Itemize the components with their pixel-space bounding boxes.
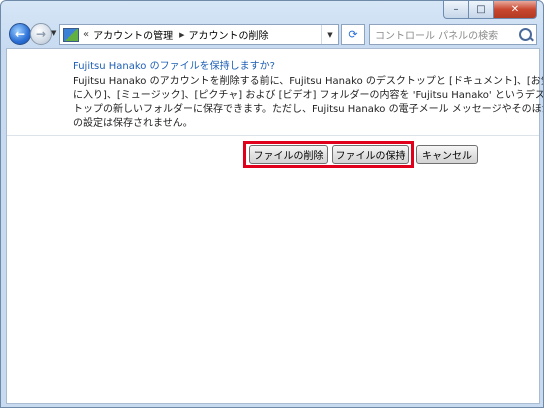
breadcrumb-delete-account[interactable]: アカウントの削除 — [189, 27, 269, 42]
search-placeholder: コントロール パネルの検索 — [375, 31, 499, 42]
window: – □ ✕ ← → ▼ « アカウントの管理 ▶ アカウントの削除 ▼ ⟳ コン… — [0, 0, 544, 408]
refresh-icon: ⟳ — [348, 28, 358, 41]
recent-pages-dropdown-icon[interactable]: ▼ — [51, 29, 56, 37]
breadcrumb-separator-icon[interactable]: ▶ — [179, 31, 184, 39]
divider — [7, 135, 539, 136]
control-panel-icon — [63, 27, 79, 42]
description-line: Fujitsu Hanako のアカウントを削除する前に、Fujitsu Han… — [73, 76, 544, 87]
back-arrow-icon[interactable]: ← — [9, 23, 31, 45]
dialog-question: Fujitsu Hanako のファイルを保持しますか? — [73, 61, 275, 72]
keep-files-button[interactable]: ファイルの保持 — [332, 145, 409, 164]
delete-files-button[interactable]: ファイルの削除 — [249, 145, 328, 164]
refresh-button[interactable]: ⟳ — [341, 24, 365, 45]
navigation-bar: ← → ▼ « アカウントの管理 ▶ アカウントの削除 ▼ ⟳ コントロール パ… — [1, 21, 543, 47]
breadcrumb-account-management[interactable]: アカウントの管理 — [93, 27, 173, 42]
caption-buttons: – □ ✕ — [443, 1, 537, 19]
maximize-button[interactable]: □ — [469, 1, 494, 19]
description-line: に入り]、[ミュージック]、[ピクチャ] および [ビデオ] フォルダーの内容を… — [73, 90, 544, 101]
description-line: の設定は保存されません。 — [73, 118, 193, 129]
forward-arrow-icon[interactable]: → — [30, 23, 52, 45]
address-bar[interactable]: « アカウントの管理 ▶ アカウントの削除 ▼ — [59, 24, 339, 45]
cancel-button[interactable]: キャンセル — [416, 145, 478, 164]
description-line: トップの新しいフォルダーに保存できます。ただし、Fujitsu Hanako の… — [73, 104, 544, 115]
search-input[interactable]: コントロール パネルの検索 — [369, 24, 537, 45]
close-button[interactable]: ✕ — [494, 1, 537, 19]
search-icon[interactable] — [519, 28, 532, 41]
address-overflow-chevron[interactable]: « — [83, 29, 89, 40]
content-area: Fujitsu Hanako のファイルを保持しますか? Fujitsu Han… — [6, 48, 544, 404]
minimize-button[interactable]: – — [443, 1, 469, 19]
address-dropdown-icon[interactable]: ▼ — [321, 25, 338, 44]
dialog-description: Fujitsu Hanako のアカウントを削除する前に、Fujitsu Han… — [73, 75, 544, 131]
